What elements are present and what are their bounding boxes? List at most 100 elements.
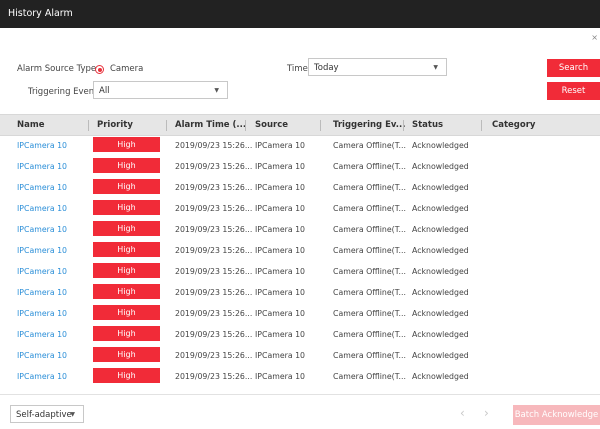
cell-alarm-time: 2019/09/23 15:26...	[175, 246, 253, 255]
table-row[interactable]: IPCamera 10 High 2019/09/23 15:26... IPCame…	[0, 240, 600, 261]
cell-name[interactable]: IPCamera 10	[17, 345, 67, 366]
cell-triggering-event: Camera Offline(T...	[333, 141, 406, 150]
cell-alarm-time: 2019/09/23 15:26...	[175, 204, 253, 213]
reset-button[interactable]: Reset	[547, 82, 600, 100]
cell-status: Acknowledged	[412, 162, 469, 171]
cell-status: Acknowledged	[412, 183, 469, 192]
footer-divider	[0, 394, 600, 395]
table-row[interactable]: IPCamera 10 High 2019/09/23 15:26... IPCame…	[0, 303, 600, 324]
batch-acknowledge-button[interactable]: Batch Acknowledge	[513, 405, 600, 425]
column-divider	[88, 120, 89, 131]
table-row[interactable]: IPCamera 10 High 2019/09/23 15:26... IPCame…	[0, 324, 600, 345]
cell-status: Acknowledged	[412, 246, 469, 255]
column-triggering-event[interactable]: Triggering Ev...	[333, 115, 405, 135]
cell-status: Acknowledged	[412, 351, 469, 360]
cell-status: Acknowledged	[412, 225, 469, 234]
column-alarm-time[interactable]: Alarm Time (...	[175, 115, 246, 135]
triggering-event-label: Triggering Event	[28, 87, 98, 97]
cell-alarm-time: 2019/09/23 15:26...	[175, 183, 253, 192]
table-row[interactable]: IPCamera 10 High 2019/09/23 15:26... IPCame…	[0, 366, 600, 387]
cell-name[interactable]: IPCamera 10	[17, 177, 67, 198]
table-row[interactable]: IPCamera 10 High 2019/09/23 15:26... IPCame…	[0, 198, 600, 219]
table-row[interactable]: IPCamera 10 High 2019/09/23 15:26... IPCame…	[0, 156, 600, 177]
priority-badge: High	[93, 158, 160, 173]
priority-badge: High	[93, 326, 160, 341]
cell-triggering-event: Camera Offline(T...	[333, 225, 406, 234]
chevron-left-icon[interactable]: ‹	[460, 406, 465, 420]
page-size-select[interactable]: Self-adaptive ▼	[10, 405, 84, 423]
time-select[interactable]: Today ▼	[308, 58, 447, 76]
cell-source: IPCamera 10	[255, 288, 305, 297]
cell-triggering-event: Camera Offline(T...	[333, 351, 406, 360]
cell-triggering-event: Camera Offline(T...	[333, 309, 406, 318]
column-priority[interactable]: Priority	[97, 115, 133, 135]
cell-triggering-event: Camera Offline(T...	[333, 330, 406, 339]
cell-triggering-event: Camera Offline(T...	[333, 162, 406, 171]
close-icon[interactable]: ×	[591, 33, 598, 42]
table-row[interactable]: IPCamera 10 High 2019/09/23 15:26... IPCame…	[0, 177, 600, 198]
cell-alarm-time: 2019/09/23 15:26...	[175, 309, 253, 318]
cell-name[interactable]: IPCamera 10	[17, 324, 67, 345]
triggering-event-value: All	[99, 86, 110, 96]
cell-triggering-event: Camera Offline(T...	[333, 246, 406, 255]
priority-badge: High	[93, 368, 160, 383]
column-divider	[481, 120, 482, 131]
table-row[interactable]: IPCamera 10 High 2019/09/23 15:26... IPCame…	[0, 261, 600, 282]
cell-status: Acknowledged	[412, 267, 469, 276]
cell-name[interactable]: IPCamera 10	[17, 261, 67, 282]
priority-badge: High	[93, 263, 160, 278]
cell-status: Acknowledged	[412, 309, 469, 318]
table-row[interactable]: IPCamera 10 High 2019/09/23 15:26... IPCame…	[0, 219, 600, 240]
cell-source: IPCamera 10	[255, 330, 305, 339]
column-category[interactable]: Category	[492, 115, 535, 135]
priority-badge: High	[93, 284, 160, 299]
cell-source: IPCamera 10	[255, 372, 305, 381]
cell-alarm-time: 2019/09/23 15:26...	[175, 288, 253, 297]
camera-radio[interactable]	[95, 65, 104, 74]
column-source[interactable]: Source	[255, 115, 288, 135]
table-row[interactable]: IPCamera 10 High 2019/09/23 15:26... IPCame…	[0, 135, 600, 156]
cell-name[interactable]: IPCamera 10	[17, 240, 67, 261]
cell-alarm-time: 2019/09/23 15:26...	[175, 351, 253, 360]
cell-alarm-time: 2019/09/23 15:26...	[175, 141, 253, 150]
cell-name[interactable]: IPCamera 10	[17, 282, 67, 303]
column-name[interactable]: Name	[17, 115, 44, 135]
window-title: History Alarm	[8, 8, 73, 19]
alarm-source-type-label: Alarm Source Type	[17, 64, 97, 74]
priority-badge: High	[93, 305, 160, 320]
cell-source: IPCamera 10	[255, 225, 305, 234]
table-row[interactable]: IPCamera 10 High 2019/09/23 15:26... IPCame…	[0, 282, 600, 303]
column-status[interactable]: Status	[412, 115, 443, 135]
time-label: Time	[287, 64, 308, 74]
priority-badge: High	[93, 242, 160, 257]
cell-source: IPCamera 10	[255, 351, 305, 360]
page-size-value: Self-adaptive	[16, 410, 72, 420]
cell-name[interactable]: IPCamera 10	[17, 198, 67, 219]
cell-status: Acknowledged	[412, 141, 469, 150]
cell-triggering-event: Camera Offline(T...	[333, 267, 406, 276]
cell-status: Acknowledged	[412, 330, 469, 339]
cell-name[interactable]: IPCamera 10	[17, 135, 67, 156]
cell-source: IPCamera 10	[255, 204, 305, 213]
cell-name[interactable]: IPCamera 10	[17, 156, 67, 177]
search-button[interactable]: Search	[547, 59, 600, 77]
time-select-value: Today	[314, 63, 339, 73]
triggering-event-select[interactable]: All ▼	[93, 81, 228, 99]
table-row[interactable]: IPCamera 10 High 2019/09/23 15:26... IPCame…	[0, 345, 600, 366]
cell-source: IPCamera 10	[255, 141, 305, 150]
cell-alarm-time: 2019/09/23 15:26...	[175, 267, 253, 276]
priority-badge: High	[93, 137, 160, 152]
cell-name[interactable]: IPCamera 10	[17, 219, 67, 240]
cell-alarm-time: 2019/09/23 15:26...	[175, 372, 253, 381]
priority-badge: High	[93, 221, 160, 236]
chevron-right-icon[interactable]: ›	[484, 406, 489, 420]
cell-alarm-time: 2019/09/23 15:26...	[175, 162, 253, 171]
cell-triggering-event: Camera Offline(T...	[333, 183, 406, 192]
column-divider	[166, 120, 167, 131]
cell-name[interactable]: IPCamera 10	[17, 366, 67, 387]
cell-source: IPCamera 10	[255, 183, 305, 192]
cell-name[interactable]: IPCamera 10	[17, 303, 67, 324]
priority-badge: High	[93, 200, 160, 215]
chevron-down-icon: ▼	[433, 64, 438, 71]
column-divider	[245, 120, 246, 131]
